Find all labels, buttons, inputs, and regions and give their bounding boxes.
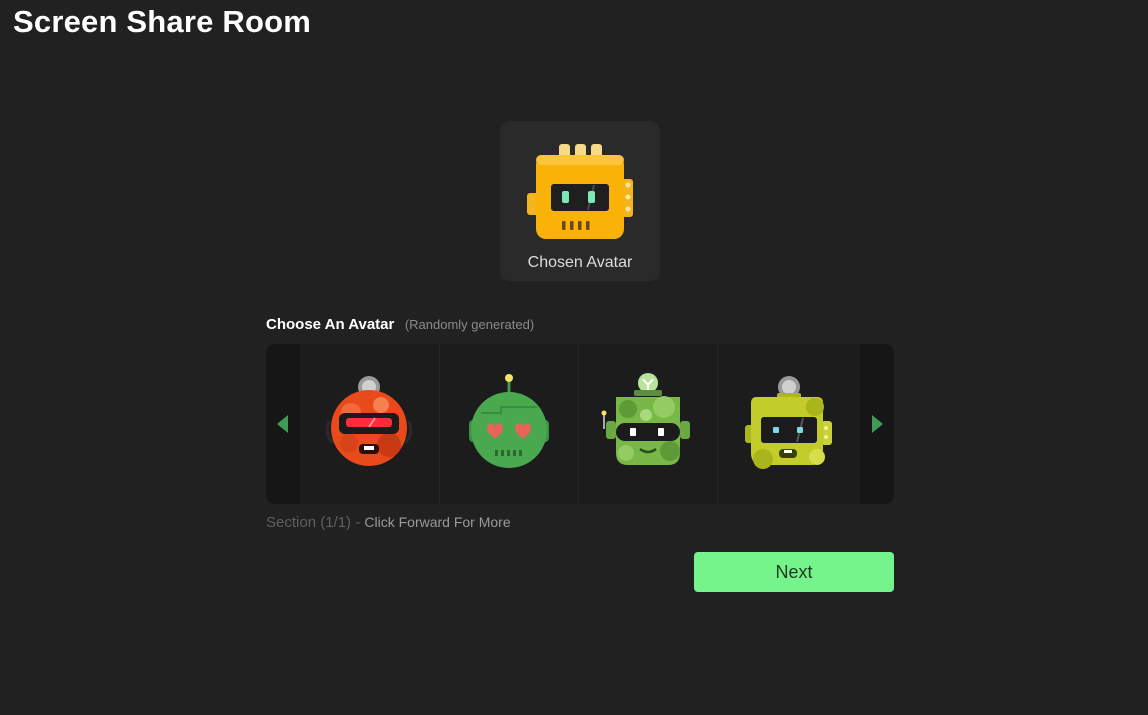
section-indicator: Section (1/1) - Click Forward For More [266, 514, 511, 532]
section-hint: Click Forward For More [364, 514, 511, 530]
section-count: Section (1/1) [266, 514, 352, 531]
next-button[interactable]: Next [694, 552, 894, 592]
app-title: Screen Share Room [13, 4, 312, 39]
yellow-robot-icon [527, 144, 633, 239]
avatar-option-1[interactable] [300, 344, 438, 504]
chosen-avatar-card: Chosen Avatar [500, 121, 660, 281]
carousel-next-button[interactable] [860, 344, 894, 504]
choose-avatar-subtitle: (Randomly generated) [404, 317, 535, 332]
choose-avatar-header: Choose An Avatar (Randomly generated) [266, 316, 534, 334]
chevron-right-icon [872, 415, 883, 433]
carousel-prev-button[interactable] [266, 344, 300, 504]
camo-green-robot-icon [601, 373, 690, 465]
green-heart-eyes-robot-icon [469, 374, 549, 468]
chevron-left-icon [277, 415, 288, 433]
chosen-avatar-label: Chosen Avatar [527, 254, 633, 271]
avatar-option-4[interactable] [717, 344, 856, 504]
avatar-option-2[interactable] [439, 344, 578, 504]
section-separator: - [351, 514, 365, 531]
lime-robot-icon [745, 376, 832, 469]
avatar-carousel [266, 344, 894, 504]
red-visor-robot-icon [325, 376, 413, 466]
choose-avatar-title: Choose An Avatar [266, 316, 395, 333]
avatar-option-3[interactable] [578, 344, 717, 504]
